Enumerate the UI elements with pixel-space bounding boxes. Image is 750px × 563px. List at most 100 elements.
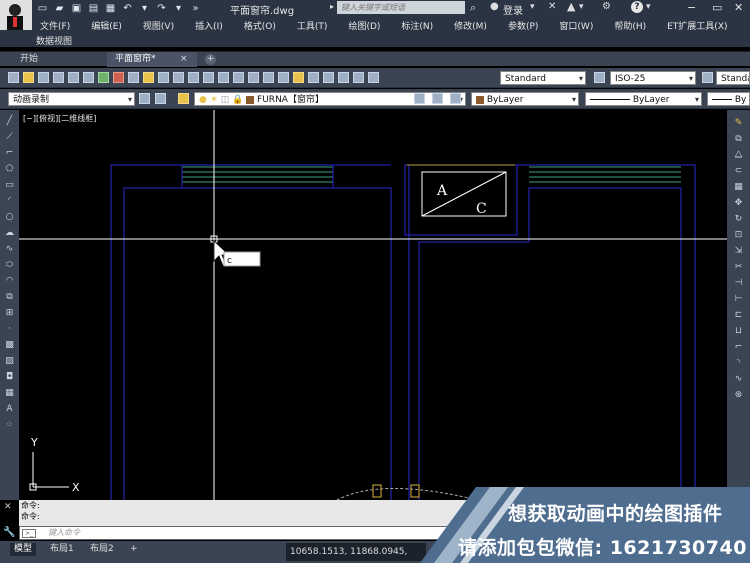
menu-modify[interactable]: 修改(M) — [454, 19, 487, 32]
match-properties-icon[interactable] — [158, 72, 169, 83]
help-dropdown-icon[interactable]: ▾ — [646, 2, 651, 12]
new-file-icon[interactable]: ▭ — [36, 3, 49, 15]
spline-icon[interactable]: ∿ — [4, 244, 15, 254]
save-icon[interactable] — [38, 72, 49, 83]
open-icon[interactable] — [23, 72, 34, 83]
tab-layout1[interactable]: 布局1 — [46, 543, 78, 556]
join-icon[interactable]: ⊔ — [733, 326, 744, 336]
coordinate-readout[interactable]: 10658.1513, 11868.0945, 0.00... — [286, 543, 426, 561]
tab-model[interactable]: 模型 — [10, 543, 37, 556]
cut-icon[interactable] — [113, 72, 124, 83]
save-as-icon[interactable]: ▤ — [87, 3, 100, 15]
insert-block-icon[interactable]: ⧉ — [4, 292, 15, 302]
undo-dropdown-icon[interactable]: ▾ — [138, 3, 151, 15]
redo-dropdown-icon[interactable]: ▾ — [172, 3, 185, 15]
point-icon[interactable]: · — [4, 324, 15, 334]
lineweight-select[interactable]: By — [707, 92, 750, 106]
add-selected-icon[interactable]: ⁘ — [4, 420, 15, 430]
workspace-select[interactable]: 动画录制 ▾ — [8, 92, 135, 106]
maximize-icon[interactable]: ▭ — [712, 1, 722, 14]
dim-style-icon[interactable] — [594, 72, 605, 83]
zoom-previous-icon[interactable] — [263, 72, 274, 83]
minimize-icon[interactable]: − — [687, 1, 696, 14]
construction-line-icon[interactable]: ⟋ — [4, 132, 15, 142]
command-close-icon[interactable]: ✕ — [4, 502, 12, 512]
copy-object-icon[interactable]: ⧉ — [733, 134, 744, 144]
autodesk-a360-icon[interactable]: ▲ — [567, 0, 575, 13]
save-icon[interactable]: ▣ — [70, 3, 83, 15]
layer-previous-icon[interactable] — [432, 93, 443, 104]
layer-isolate-icon[interactable] — [450, 93, 461, 104]
workspace-settings-icon[interactable] — [139, 93, 150, 104]
table-style-select[interactable]: Standa — [716, 71, 750, 85]
layer-select[interactable]: ● ☀ ◫ 🔒 FURNA【窗帘】 ▾ — [194, 92, 466, 106]
layer-properties-icon[interactable] — [155, 93, 166, 104]
stretch-icon[interactable]: ⇲ — [733, 246, 744, 256]
gradient-icon[interactable]: ▨ — [4, 356, 15, 366]
command-prompt-icon[interactable]: >_ — [22, 529, 36, 538]
exchange-icon[interactable]: ✕ — [548, 1, 556, 12]
zoom-window-icon[interactable] — [248, 72, 259, 83]
menu-edit[interactable]: 编辑(E) — [91, 19, 122, 32]
layer-state-icon[interactable] — [178, 93, 189, 104]
mirror-icon[interactable]: ⧋ — [733, 150, 744, 160]
calculator-icon[interactable] — [353, 72, 364, 83]
signin-button[interactable]: 登录 — [503, 2, 523, 17]
plot-icon[interactable] — [53, 72, 64, 83]
make-block-icon[interactable]: ⊞ — [4, 308, 15, 318]
add-layout-button[interactable]: + — [126, 543, 142, 556]
color-select[interactable]: ByLayer ▾ — [471, 92, 579, 106]
customize-icon[interactable]: 🔧 — [3, 527, 15, 538]
new-tab-button[interactable]: + — [205, 54, 216, 65]
app-logo[interactable] — [0, 0, 32, 30]
drawing-viewport[interactable]: A C c Y X [−][俯视][二维线框] — [19, 110, 727, 500]
break-at-point-icon[interactable]: ⊢ — [733, 294, 744, 304]
zoom-realtime-icon[interactable] — [233, 72, 244, 83]
markup-icon[interactable] — [338, 72, 349, 83]
offset-icon[interactable]: ⊂ — [733, 166, 744, 176]
pan-icon[interactable] — [218, 72, 229, 83]
block-editor-icon[interactable] — [173, 72, 184, 83]
undo-tb-icon[interactable] — [188, 72, 199, 83]
new-icon[interactable] — [8, 72, 19, 83]
menu-data-view[interactable]: 数据视图 — [36, 34, 72, 47]
paste-icon[interactable] — [143, 72, 154, 83]
tab-layout2[interactable]: 布局2 — [86, 543, 118, 556]
a360-dropdown-icon[interactable]: ▾ — [579, 2, 584, 12]
ellipse-icon[interactable]: ⬭ — [4, 260, 15, 270]
blend-curves-icon[interactable]: ∿ — [733, 374, 744, 384]
signin-dropdown-icon[interactable]: ▾ — [530, 2, 535, 12]
fillet-icon[interactable]: ◝ — [733, 358, 744, 368]
search-expand-icon[interactable]: ▸ — [330, 2, 334, 11]
array-icon[interactable]: ▦ — [733, 182, 744, 192]
menu-window[interactable]: 窗口(W) — [559, 19, 593, 32]
dim-style-select[interactable]: ISO-25 ▾ — [610, 71, 696, 85]
menu-insert[interactable]: 插入(I) — [195, 19, 223, 32]
open-file-icon[interactable]: ▰ — [53, 3, 66, 15]
extend-icon[interactable]: ⊣ — [733, 278, 744, 288]
menu-dimension[interactable]: 标注(N) — [401, 19, 433, 32]
search-icon[interactable]: ⌕ — [470, 1, 476, 15]
make-current-icon[interactable] — [414, 93, 425, 104]
user-icon[interactable]: ● — [490, 1, 499, 12]
arc-icon[interactable]: ◜ — [4, 196, 15, 206]
table-icon[interactable]: ▦ — [4, 388, 15, 398]
revision-cloud-icon[interactable]: ☁ — [4, 228, 15, 238]
line-icon[interactable]: ╱ — [4, 116, 15, 126]
polygon-icon[interactable]: ⬠ — [4, 164, 15, 174]
explode-icon[interactable]: ⊛ — [733, 390, 744, 400]
break-icon[interactable]: ⊏ — [733, 310, 744, 320]
tab-start[interactable]: 开始 — [12, 52, 97, 67]
menu-view[interactable]: 视图(V) — [143, 19, 174, 32]
viewport-controls-label[interactable]: [−][俯视][二维线框] — [23, 113, 96, 124]
menu-tools[interactable]: 工具(T) — [297, 19, 328, 32]
callout-symbol[interactable]: A C — [421, 171, 507, 217]
scale-icon[interactable]: ⊡ — [733, 230, 744, 240]
move-icon[interactable]: ✥ — [733, 198, 744, 208]
menu-draw[interactable]: 绘图(D) — [348, 19, 380, 32]
menu-format[interactable]: 格式(O) — [244, 19, 276, 32]
table-style-icon[interactable] — [702, 72, 713, 83]
text-style-select[interactable]: Standard ▾ — [500, 71, 586, 85]
3d-dwf-icon[interactable] — [98, 72, 109, 83]
plot-preview-icon[interactable] — [68, 72, 79, 83]
